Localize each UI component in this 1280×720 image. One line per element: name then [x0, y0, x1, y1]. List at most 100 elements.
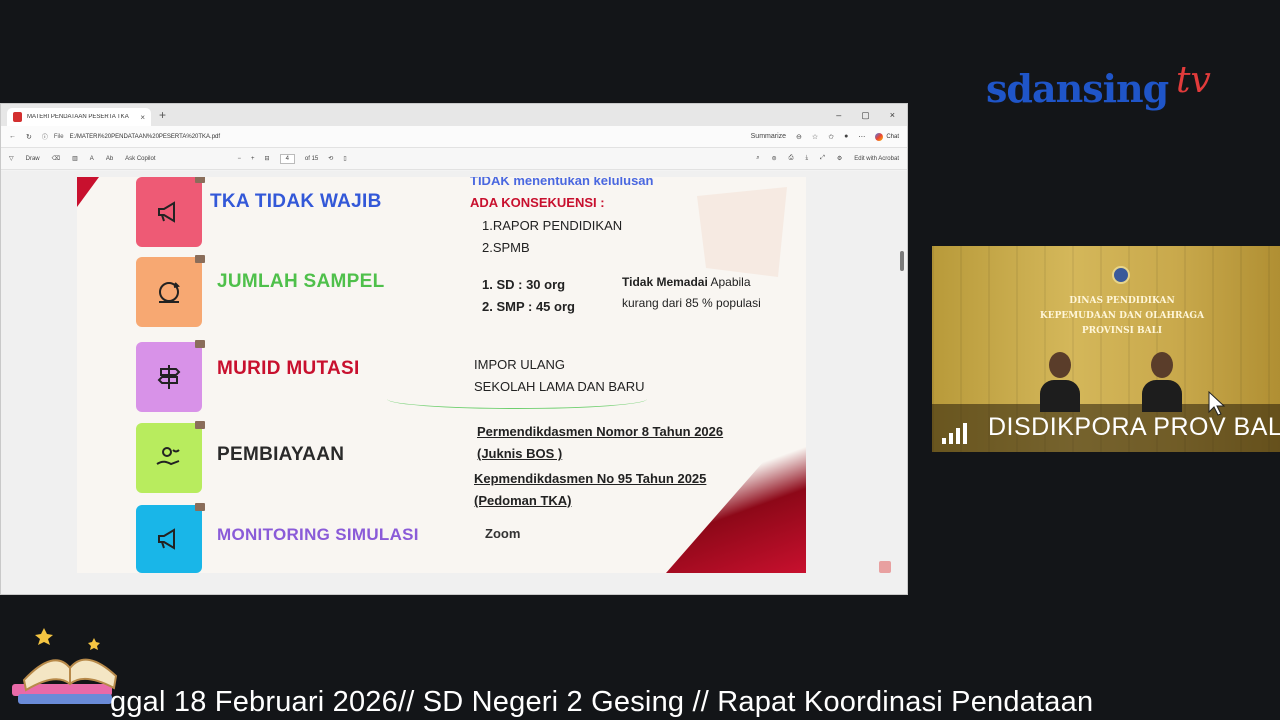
zoom-icon[interactable]: ⊖ — [796, 133, 802, 141]
megaphone-icon — [136, 503, 205, 573]
summarize-button[interactable]: Summarize — [751, 133, 786, 140]
pembiayaan-line-4: (Pedoman TKA) — [474, 493, 572, 508]
print-icon[interactable]: ⎙ — [789, 155, 794, 162]
megaphone-icon — [136, 177, 205, 247]
highlight-icon[interactable]: ⊜ — [772, 155, 777, 162]
chat-label: Chat — [886, 133, 899, 140]
more-icon[interactable]: ⋯ — [858, 133, 865, 141]
edit-acrobat-button[interactable]: Edit with Acrobat — [854, 156, 899, 162]
star-icon[interactable]: ☆ — [812, 133, 818, 141]
sampel-note-line-2: kurang dari 85 % populasi — [622, 296, 761, 310]
browser-window: MATERI PENDATAAN PESERTA TKA × + – ▢ × ←… — [0, 103, 908, 595]
pdf-right-actions: ⌕ ⊜ ⎙ ⤓ ⤢ ⚙ Edit with Acrobat — [756, 155, 899, 162]
pdf-file-icon — [13, 112, 22, 122]
item-label-mutasi: MURID MUTASI — [217, 358, 360, 379]
fit-page-icon[interactable]: ⊟ — [265, 155, 270, 162]
tka-line-1: TIDAK menentukan kelulusan — [470, 177, 654, 188]
pdf-viewer[interactable]: TKA TIDAK WAJIB JUMLAH SAMPEL MURID MUTA… — [1, 171, 907, 594]
tab-bar: MATERI PENDATAAN PESERTA TKA × + – ▢ × — [1, 104, 907, 126]
decorative-shape — [697, 187, 787, 277]
tab-close-button[interactable]: × — [140, 113, 145, 122]
backdrop-title-line-3: PROVINSI BALI — [1081, 326, 1163, 336]
read-aloud-icon[interactable]: A — [90, 156, 94, 162]
mutasi-line-1: IMPOR ULANG — [474, 357, 566, 372]
minimize-button[interactable]: – — [836, 110, 841, 121]
draw-button[interactable]: Draw — [26, 156, 40, 162]
rotate-icon[interactable]: ⟲ — [328, 155, 333, 162]
page-number-input[interactable]: 4 — [279, 153, 295, 164]
window-controls: – ▢ × — [836, 110, 907, 121]
favorites-icon[interactable]: ✩ — [828, 133, 834, 141]
mouse-cursor-icon — [1208, 391, 1226, 416]
signpost-icon — [136, 340, 205, 412]
url-text: E:/MATERI%20PENDATAAN%20PESERTA%20TKA.pd… — [69, 133, 221, 140]
item-label-tka: TKA TIDAK WAJIB — [210, 191, 382, 212]
page-controls: − + ⊟ 4 of 15 ⟲ ▯ — [238, 153, 347, 164]
search-icon[interactable]: ⌕ — [756, 155, 759, 162]
close-window-button[interactable]: × — [890, 110, 895, 121]
chat-button[interactable]: Chat — [875, 132, 899, 141]
acrobat-float-icon[interactable] — [879, 561, 891, 573]
red-corner-top-left — [77, 177, 99, 207]
fullscreen-icon[interactable]: ⤢ — [820, 155, 825, 162]
pembiayaan-line-1: Permendikdasmen Nomor 8 Tahun 2026 — [477, 424, 724, 439]
backdrop-title-line-1: DINAS PENDIDIKAN — [1069, 296, 1175, 306]
scrollbar-thumb[interactable] — [900, 251, 904, 271]
sampel-note-rest: Apabila — [707, 275, 751, 289]
signal-bars-icon — [942, 423, 967, 444]
speaker-right — [1142, 352, 1182, 412]
speaker-left — [1040, 352, 1080, 412]
page-view-icon[interactable]: ▯ — [343, 155, 346, 162]
tka-line-2: ADA KONSEKUENSI : — [470, 195, 605, 210]
address-bar: ← ↻ ⓘ File E:/MATERI%20PENDATAAN%20PESER… — [1, 126, 907, 148]
refresh-icon — [136, 255, 205, 327]
back-arrow-icon[interactable]: ← — [9, 133, 16, 140]
sampel-note-bold: Tidak Memadai — [622, 275, 708, 289]
tab-pdf[interactable]: MATERI PENDATAAN PESERTA TKA × — [7, 108, 151, 126]
url-prefix: File — [53, 133, 64, 140]
news-ticker: ggal 18 Februari 2026// SD Negeri 2 Gesi… — [110, 686, 1094, 718]
sampel-smp: 2. SMP : 45 org — [482, 299, 575, 314]
address-actions: Summarize ⊖ ☆ ✩ ● ⋯ Chat — [751, 132, 899, 141]
pdf-slide: TKA TIDAK WAJIB JUMLAH SAMPEL MURID MUTA… — [77, 177, 806, 573]
profile-icon[interactable]: ● — [844, 133, 848, 140]
sampel-sd: 1. SD : 30 org — [482, 277, 566, 292]
channel-logo: sdansing tv — [986, 60, 1211, 111]
brand-tv-text: tv — [1176, 60, 1211, 101]
tka-line-4: 2.SPMB — [482, 240, 530, 255]
page-total: of 15 — [304, 155, 319, 162]
reload-icon[interactable]: ↻ — [26, 133, 32, 141]
brand-main-text: sdansing — [986, 66, 1169, 111]
tab-title: MATERI PENDATAAN PESERTA TKA — [27, 114, 129, 120]
broadcast-stage: MATERI PENDATAAN PESERTA TKA × + – ▢ × ←… — [0, 0, 1280, 720]
camera-label: DISDIKPORA PROV BALI — [988, 413, 1280, 441]
save-icon[interactable]: ⤓ — [805, 155, 808, 162]
backdrop-title: DINAS PENDIDIKAN KEPEMUDAAN DAN OLAHRAGA… — [1032, 294, 1212, 339]
item-label-pembiayaan: PEMBIAYAAN — [217, 444, 345, 465]
info-icon[interactable]: ⓘ — [42, 132, 48, 141]
eraser-icon[interactable]: ⌫ — [52, 155, 60, 162]
filter-icon[interactable]: ▽ — [9, 155, 14, 162]
item-label-sampel: JUMLAH SAMPEL — [217, 271, 385, 292]
new-tab-button[interactable]: + — [159, 108, 166, 122]
sampel-note-line-1: Tidak Memadai Apabila — [622, 275, 751, 289]
pdf-toolbar: ▽ Draw ⌫ ▥ A Ab Ask Copilot − + ⊟ 4 of 1… — [1, 148, 907, 170]
zoom-in-button[interactable]: + — [251, 156, 255, 162]
copilot-icon — [875, 132, 884, 141]
tka-line-3: 1.RAPOR PENDIDIKAN — [482, 218, 623, 233]
settings-icon[interactable]: ⚙ — [837, 155, 842, 162]
item-label-monitoring: MONITORING SIMULASI — [217, 525, 419, 544]
vertical-scrollbar[interactable] — [899, 181, 905, 581]
camera-feed: DINAS PENDIDIKAN KEPEMUDAAN DAN OLAHRAGA… — [932, 246, 1280, 452]
maximize-button[interactable]: ▢ — [861, 110, 870, 121]
monitoring-line-1: Zoom — [485, 526, 521, 541]
pembiayaan-line-3: Kepmendikdasmen No 95 Tahun 2025 — [474, 471, 707, 486]
green-annotation-line — [387, 389, 647, 409]
zoom-out-button[interactable]: − — [238, 156, 242, 162]
url-field[interactable]: ⓘ File E:/MATERI%20PENDATAAN%20PESERTA%2… — [42, 132, 741, 142]
ask-copilot-button[interactable]: Ask Copilot — [125, 156, 155, 162]
sidebar-icon[interactable]: ▥ — [72, 155, 78, 162]
backdrop-title-line-2: KEPEMUDAAN DAN OLAHRAGA — [1039, 311, 1205, 321]
money-hand-icon — [136, 421, 205, 493]
text-icon[interactable]: Ab — [106, 156, 113, 162]
